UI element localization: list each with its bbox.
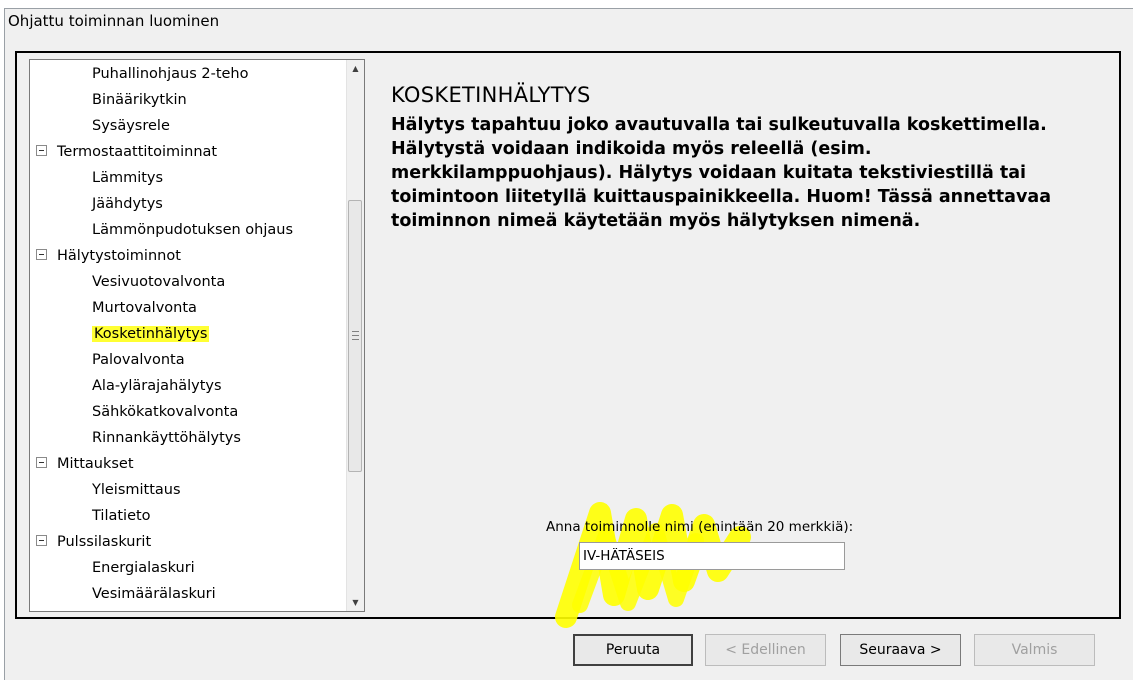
tree-item[interactable]: Ala-ylärajahälytys [92, 373, 222, 399]
tree-item[interactable]: Tilatieto [92, 503, 151, 529]
scroll-up-icon[interactable]: ▲ [347, 60, 364, 77]
tree-item-label: Mittaukset [57, 456, 134, 472]
name-label: Anna toiminnolle nimi (enintään 20 merkk… [546, 519, 854, 535]
tree-category[interactable]: Hälytystoiminnot [36, 243, 181, 269]
tree-scrollbar[interactable]: ▲ ▼ [346, 60, 364, 611]
tree-category[interactable]: Mittaukset [36, 451, 134, 477]
tree-item-label: Palovalvonta [92, 352, 185, 368]
tree-item-label: Sysäysrele [92, 118, 170, 134]
description-panel: KOSKETINHÄLYTYS Hälytys tapahtuu joko av… [369, 53, 1119, 628]
cancel-button[interactable]: Peruuta [573, 634, 693, 666]
back-button[interactable]: < Edellinen [705, 634, 826, 666]
tree-item-label: Vesivuotovalvonta [92, 274, 226, 290]
tree-item-label: Energialaskuri [92, 560, 195, 576]
function-description: Hälytys tapahtuu joko avautuvalla tai su… [391, 115, 1052, 231]
minus-icon[interactable] [36, 535, 47, 546]
tree-item[interactable]: Sähkökatkovalvonta [92, 399, 238, 425]
scroll-thumb[interactable] [348, 200, 362, 472]
tree-item-label: Binäärikytkin [92, 92, 187, 108]
tree-item[interactable]: Rinnankäyttöhälytys [92, 425, 241, 451]
tree-item[interactable]: Sysäysrele [92, 113, 170, 139]
tree-item-label: Pulssilaskurit [57, 534, 152, 550]
tree-item[interactable]: Lämmönpudotuksen ohjaus [92, 217, 293, 243]
tree-item-label: Puhallinohjaus 2-teho [92, 66, 249, 82]
tree-item-label: Sähkökatkovalvonta [92, 404, 239, 420]
tree-category[interactable]: Pulssilaskurit [36, 529, 151, 555]
tree-item-label: Vesimäärälaskuri [92, 586, 216, 602]
tree-item[interactable]: Binäärikytkin [92, 87, 187, 113]
tree-item[interactable]: Energialaskuri [92, 555, 195, 581]
grip-icon [352, 331, 359, 340]
tree-item[interactable]: Vesimäärälaskuri [92, 581, 216, 607]
function-name-input[interactable] [579, 542, 845, 570]
tree-item[interactable]: Lämmitys [92, 165, 163, 191]
wizard-client-area: Puhallinohjaus 2-teho Binäärikytkin Sysäys… [15, 51, 1121, 628]
tree-item-label: Termostaattitoiminnat [57, 144, 218, 160]
tree-item-label: Jäähdytys [92, 196, 163, 212]
tree-item-label: Lämmitys [92, 170, 164, 186]
tree-category[interactable]: Termostaattitoiminnat [36, 139, 217, 165]
tree-item-label: Murtovalvonta [92, 300, 197, 316]
tree-item[interactable]: Palovalvonta [92, 347, 185, 373]
minus-icon[interactable] [36, 457, 47, 468]
tree-item-label: Hälytystoiminnot [57, 248, 181, 264]
minus-icon[interactable] [36, 145, 47, 156]
tree-item[interactable]: Yleismittaus [92, 477, 181, 503]
tree-item[interactable]: Jäähdytys [92, 191, 163, 217]
tree-item-label: Tilatieto [92, 508, 151, 524]
tree-item-label: Lämmönpudotuksen ohjaus [92, 222, 294, 238]
tree-item[interactable]: Puhallinohjaus 2-teho [92, 61, 248, 87]
tree-item-label: Kosketinhälytys [92, 326, 210, 342]
minus-icon[interactable] [36, 249, 47, 260]
function-heading: KOSKETINHÄLYTYS [391, 83, 591, 107]
function-tree[interactable]: Puhallinohjaus 2-teho Binäärikytkin Sysäys… [29, 59, 365, 612]
window-title: Ohjattu toiminnan luominen [8, 12, 220, 30]
finish-button[interactable]: Valmis [974, 634, 1095, 666]
tree-item-label: Ala-ylärajahälytys [92, 378, 222, 394]
tree-item[interactable]: Murtovalvonta [92, 295, 197, 321]
tree-item[interactable]: Vesivuotovalvonta [92, 269, 225, 295]
tree-item[interactable]: Kosketinhälytys [92, 321, 210, 347]
scroll-down-icon[interactable]: ▼ [347, 594, 364, 611]
tree-item-label: Rinnankäyttöhälytys [92, 430, 241, 446]
next-button[interactable]: Seuraava > [840, 634, 961, 666]
tree-item-label: Yleismittaus [92, 482, 181, 498]
